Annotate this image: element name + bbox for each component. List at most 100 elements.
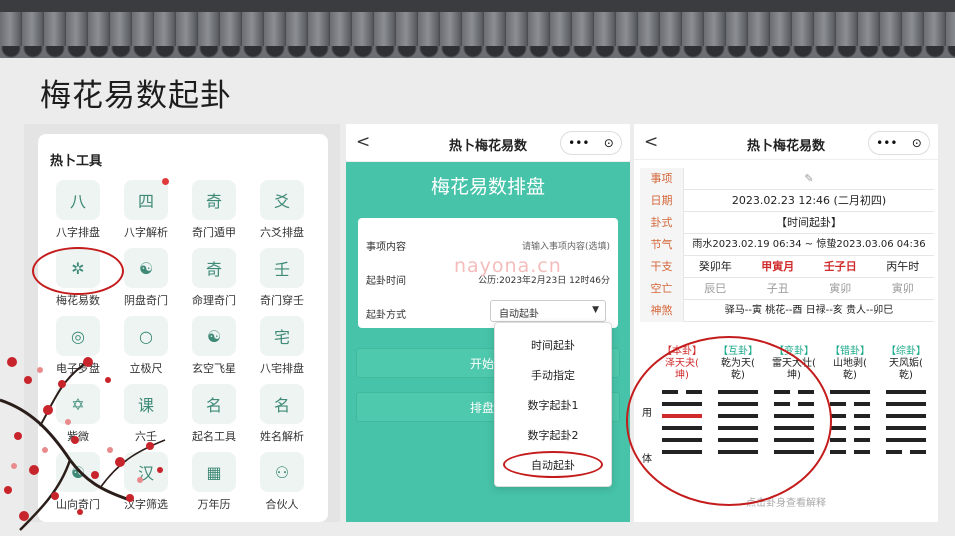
nav-bar: < 热卜梅花易数 ••• ⊙ xyxy=(634,124,938,160)
notification-dot xyxy=(162,178,169,185)
tool-label: 奇门穿壬 xyxy=(260,294,304,307)
tool-ren[interactable]: 壬奇门穿壬 xyxy=(250,248,314,312)
yin-line xyxy=(910,450,926,454)
bazi-analysis-icon: 四 xyxy=(124,180,168,220)
menu-item[interactable]: 时间起卦 xyxy=(495,337,611,353)
row-label: 节气 xyxy=(640,234,684,256)
nav-bar: < 热卜梅花易数 ••• ⊙ xyxy=(346,124,630,162)
row-ganzhi: 干支 癸卯年 甲寅月 壬子日 丙午时 xyxy=(640,256,934,278)
record-icon[interactable]: ⊙ xyxy=(604,136,614,150)
tool-house[interactable]: 宅八宅排盘 xyxy=(250,316,314,380)
row-label: 干支 xyxy=(640,256,684,278)
menu-item[interactable]: 手动指定 xyxy=(495,367,611,383)
date-value: 2023.02.23 12:46 (二月初四) xyxy=(731,194,887,207)
naming-icon: 名 xyxy=(192,384,236,424)
yin-line xyxy=(830,438,846,442)
row-method: 卦式 【时间起卦】 xyxy=(640,212,934,234)
row-solar-term: 节气 雨水2023.02.19 06:34 ~ 惊蛰2023.03.06 04:3… xyxy=(640,234,934,256)
tool-name-analysis[interactable]: 名姓名解析 xyxy=(250,384,314,448)
tool-label: 奇门遁甲 xyxy=(192,226,236,239)
row-shensha: 神煞 驿马--寅 桃花--酉 日禄--亥 贵人--卯巳 xyxy=(640,300,934,322)
yang-line xyxy=(886,438,926,442)
row-kongwang: 空亡 辰巳 子丑 寅卯 寅卯 xyxy=(640,278,934,300)
hexagram-tag: 【综卦】 xyxy=(886,346,926,357)
menu-item[interactable]: 数字起卦1 xyxy=(495,397,611,413)
yin-yang-icon: ☯ xyxy=(124,248,168,288)
row-label: 日期 xyxy=(640,190,684,212)
calendar-icon: ▦ xyxy=(192,452,236,492)
tool-label: 八字排盘 xyxy=(56,226,100,239)
tool-label: 阴盘奇门 xyxy=(124,294,168,307)
tool-label: 六爻排盘 xyxy=(260,226,304,239)
row-label: 神煞 xyxy=(640,300,684,322)
yin-line xyxy=(830,414,846,418)
highlight-oval-hexagram xyxy=(626,336,832,506)
bazi-icon: 八 xyxy=(56,180,100,220)
yin-line xyxy=(854,402,870,406)
hexagram-4[interactable]: 【综卦】 天风姤(乾) xyxy=(882,346,930,454)
slide: 梅花易数起卦 热卜工具 八八字排盘四八字解析奇奇门遁甲爻六爻排盘 ✲ 梅花易数 ☯ 阴盘… xyxy=(0,0,955,536)
record-icon[interactable]: ⊙ xyxy=(912,136,922,150)
tools-header: 热卜工具 xyxy=(50,154,103,169)
yin-line xyxy=(854,414,870,418)
kongwang-cell: 寅卯 xyxy=(891,282,914,295)
row-matter: 事项 ✎ xyxy=(640,168,934,190)
hexagram-palace: 乾) xyxy=(899,370,913,381)
caret-down-icon: ▼ xyxy=(592,305,599,315)
plum-blossom-decoration xyxy=(0,357,166,531)
tool-flying-star[interactable]: ☯ 玄空飞星 xyxy=(182,316,246,380)
result-table: 事项 ✎ 日期 2023.02.23 12:46 (二月初四) 卦式 【时间起卦】 节… xyxy=(640,168,934,322)
yin-line xyxy=(854,450,870,454)
tool-qimen-fate[interactable]: 奇命理奇门 xyxy=(182,248,246,312)
yin-line xyxy=(830,426,846,430)
page-title: 梅花易数起卦 xyxy=(40,78,232,114)
tool-label: 起名工具 xyxy=(192,430,236,443)
partner-icon: ⚇ xyxy=(260,452,304,492)
form-heading: 梅花易数排盘 xyxy=(430,176,545,198)
watermark: nayona.cn xyxy=(454,255,562,277)
time-label: 起卦时间 xyxy=(366,276,406,287)
hexagram-tag: 【错卦】 xyxy=(830,346,870,357)
highlight-oval-option xyxy=(503,451,603,478)
tool-label: 万年历 xyxy=(197,498,231,511)
menu-item[interactable]: 数字起卦2 xyxy=(495,427,611,443)
tool-qimen[interactable]: 奇奇门遁甲 xyxy=(182,180,246,244)
ganzhi-cell: 丙午时 xyxy=(886,260,920,273)
tool-bazi-analysis[interactable]: 四八字解析 xyxy=(114,178,178,244)
flying-star-icon: ☯ xyxy=(192,316,236,356)
kongwang-cell: 子丑 xyxy=(766,282,789,295)
item-label: 事项内容 xyxy=(366,242,406,253)
tool-bazi[interactable]: 八八字排盘 xyxy=(46,180,110,244)
solar-term-value: 雨水2023.02.19 06:34 ~ 惊蛰2023.03.06 04:36 xyxy=(692,239,926,250)
house-icon: 宅 xyxy=(260,316,304,356)
edit-icon[interactable]: ✎ xyxy=(684,168,934,190)
name-analysis-icon: 名 xyxy=(260,384,304,424)
yin-line xyxy=(854,438,870,442)
tool-naming[interactable]: 名起名工具 xyxy=(182,384,246,448)
more-icon[interactable]: ••• xyxy=(876,136,897,150)
hexagram-name: 天风姤( xyxy=(889,358,923,369)
tool-partner[interactable]: ⚇ 合伙人 xyxy=(250,452,314,516)
method-value: 【时间起卦】 xyxy=(776,216,842,229)
method-select[interactable]: 自动起卦 ▼ xyxy=(490,300,606,322)
method-select-value: 自动起卦 xyxy=(499,309,539,320)
hexagram-3[interactable]: 【错卦】 山地剥(乾) xyxy=(826,346,874,454)
row-date: 日期 2023.02.23 12:46 (二月初四) xyxy=(640,190,934,212)
item-input[interactable]: 请输入事项内容(选填) xyxy=(522,239,610,252)
yin-line xyxy=(886,450,902,454)
tool-calendar[interactable]: ▦ 万年历 xyxy=(182,452,246,516)
yang-line xyxy=(886,390,926,394)
ren-icon: 壬 xyxy=(260,248,304,288)
highlight-oval-tool xyxy=(32,247,124,295)
tool-liuyao[interactable]: 爻六爻排盘 xyxy=(250,180,314,244)
ganzhi-cell: 癸卯年 xyxy=(698,260,732,273)
ganzhi-cell: 甲寅月 xyxy=(761,260,795,273)
yang-line xyxy=(886,414,926,418)
mini-program-capsule: ••• ⊙ xyxy=(560,131,622,155)
yin-line xyxy=(830,402,846,406)
roof-tiles-banner xyxy=(0,0,955,58)
shensha-value: 驿马--寅 桃花--酉 日禄--亥 贵人--卯巳 xyxy=(724,305,894,316)
row-label: 空亡 xyxy=(640,278,684,300)
tool-yin-yang[interactable]: ☯ 阴盘奇门 xyxy=(114,248,178,312)
more-icon[interactable]: ••• xyxy=(568,136,589,150)
